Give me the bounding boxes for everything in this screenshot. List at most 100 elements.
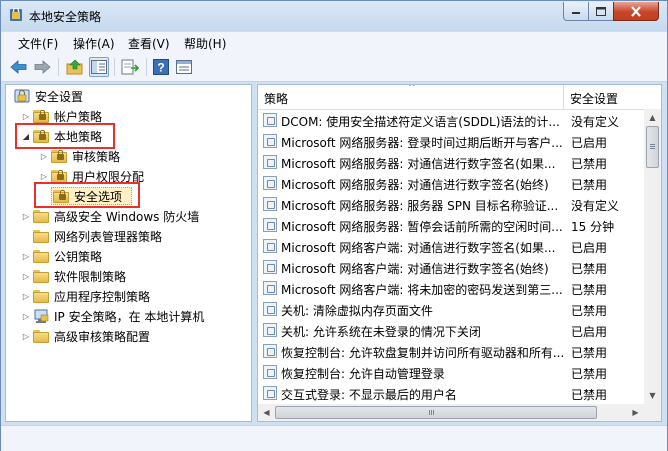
tree-label: 审核策略 <box>72 149 121 164</box>
toolbar-separator <box>114 58 115 76</box>
folder-icon <box>33 329 49 343</box>
policy-setting: 已启用 <box>571 136 608 150</box>
column-header-setting[interactable]: 安全设置 <box>570 90 618 107</box>
table-row[interactable]: 恢复控制台: 允许自动管理登录 已禁用 <box>258 362 644 383</box>
policy-name: 关机: 清除虚拟内存页面文件 <box>281 304 433 318</box>
folder-icon <box>51 169 67 183</box>
expand-arrow-icon[interactable]: ▷ <box>21 211 31 221</box>
policy-icon <box>263 155 277 169</box>
help-icon: ? <box>153 59 169 75</box>
policy-icon <box>263 239 277 253</box>
vertical-scrollbar[interactable]: ▲ ▼ <box>644 109 661 404</box>
tree-label: 应用程序控制策略 <box>54 289 151 304</box>
policy-icon <box>263 260 277 274</box>
scroll-right-icon[interactable]: ▶ <box>627 404 644 421</box>
forward-button[interactable] <box>32 57 52 77</box>
window-title: 本地安全策略 <box>29 10 102 24</box>
tree-item-audit-policy[interactable]: 审核策略 <box>51 146 120 166</box>
vertical-scroll-thumb[interactable] <box>646 126 659 168</box>
policy-name: 关机: 允许系统在未登录的情况下关闭 <box>281 325 481 339</box>
help-button[interactable]: ? <box>151 57 171 77</box>
policy-name: Microsoft 网络服务器: 对通信进行数字签名(始终) <box>281 178 549 192</box>
tree-label: IP 安全策略，在 本地计算机 <box>54 309 205 324</box>
menu-file[interactable]: 文件(F) <box>18 35 58 52</box>
scroll-left-icon[interactable]: ◀ <box>258 404 275 421</box>
tree-pane[interactable]: 安全设置 ▷ 帐户策略 ◢ 本地策略 ▷ 审核策略 ▷ 用户权限分配 安全选项 … <box>5 84 252 422</box>
table-row[interactable]: Microsoft 网络服务器: 服务器 SPN 目标名称验证... 没有定义 <box>258 194 644 215</box>
column-divider[interactable] <box>563 85 564 109</box>
table-row[interactable]: Microsoft 网络服务器: 对通信进行数字签名(始终) 已禁用 <box>258 173 644 194</box>
column-header-policy[interactable]: 策略 <box>264 90 288 107</box>
policy-icon <box>263 113 277 127</box>
policy-icon <box>263 176 277 190</box>
menu-action[interactable]: 操作(A) <box>73 35 115 52</box>
policy-icon <box>263 197 277 211</box>
table-row[interactable]: Microsoft 网络客户端: 对通信进行数字签名(始终) 已禁用 <box>258 257 644 278</box>
menu-help[interactable]: 帮助(H) <box>184 35 226 52</box>
expand-arrow-icon[interactable]: ▷ <box>21 251 31 261</box>
table-row[interactable]: DCOM: 使用安全描述符定义语言(SDDL)语法的计... 没有定义 <box>258 110 644 131</box>
tree-item-advanced-audit[interactable]: 高级审核策略配置 <box>33 326 150 346</box>
folder-icon <box>33 229 49 243</box>
policy-icon <box>263 281 277 295</box>
tree-item-network-list[interactable]: 网络列表管理器策略 <box>33 226 162 246</box>
up-button[interactable] <box>65 57 85 77</box>
tree-item-software-restriction[interactable]: 软件限制策略 <box>33 266 126 286</box>
horizontal-scroll-thumb[interactable] <box>275 406 597 419</box>
tree-item-firewall[interactable]: 高级安全 Windows 防火墙 <box>33 206 199 226</box>
horizontal-scrollbar[interactable]: ◀ ▶ <box>258 404 644 421</box>
policy-list-pane[interactable]: 策略 ^ 安全设置 DCOM: 使用安全描述符定义语言(SDDL)语法的计...… <box>257 84 662 422</box>
table-row[interactable]: 关机: 清除虚拟内存页面文件 已禁用 <box>258 299 644 320</box>
expand-arrow-icon[interactable]: ▷ <box>21 291 31 301</box>
maximize-button[interactable] <box>588 2 614 21</box>
expand-arrow-icon[interactable]: ▷ <box>39 171 49 181</box>
expand-arrow-icon[interactable]: ▷ <box>21 111 31 121</box>
table-row[interactable]: Microsoft 网络服务器: 对通信进行数字签名(如果... 已禁用 <box>258 152 644 173</box>
tree-label: 安全设置 <box>35 89 84 104</box>
policy-setting: 已启用 <box>571 325 608 339</box>
tree-item-app-control[interactable]: 应用程序控制策略 <box>33 286 150 306</box>
title-bar[interactable]: 本地安全策略 <box>1 1 667 31</box>
policy-name: Microsoft 网络服务器: 登录时间过期后断开与客户... <box>281 136 563 150</box>
expand-arrow-icon[interactable]: ▷ <box>21 311 31 321</box>
tree-item-ip-security[interactable]: IP 安全策略，在 本地计算机 <box>33 306 204 326</box>
expand-arrow-icon[interactable]: ▷ <box>39 151 49 161</box>
back-button[interactable] <box>9 57 29 77</box>
highlight-box <box>34 182 140 208</box>
expand-arrow-icon[interactable]: ▷ <box>21 271 31 281</box>
minimize-button[interactable] <box>563 2 589 21</box>
policy-name: 恢复控制台: 允许自动管理登录 <box>281 367 445 381</box>
policy-setting: 已禁用 <box>571 346 608 360</box>
menu-view[interactable]: 查看(V) <box>128 35 170 52</box>
scroll-down-icon[interactable]: ▼ <box>644 387 661 404</box>
export-list-button[interactable] <box>120 57 140 77</box>
tree-label: 高级审核策略配置 <box>54 329 151 344</box>
table-row[interactable]: Microsoft 网络客户端: 对通信进行数字签名(如果... 已启用 <box>258 236 644 257</box>
toolbar-separator <box>146 58 147 76</box>
policy-icon <box>263 323 277 337</box>
scroll-up-icon[interactable]: ▲ <box>644 109 661 126</box>
properties-button[interactable] <box>174 57 194 77</box>
folder-icon <box>51 149 67 163</box>
expand-arrow-icon[interactable]: ▷ <box>21 331 31 341</box>
app-icon <box>10 8 22 21</box>
show-hide-tree-button[interactable] <box>89 57 109 77</box>
table-row[interactable]: Microsoft 网络客户端: 将未加密的密码发送到第三... 已禁用 <box>258 278 644 299</box>
tree-item-public-key[interactable]: 公钥策略 <box>33 246 102 266</box>
table-row[interactable]: Microsoft 网络服务器: 暂停会话前所需的空闲时间... 15 分钟 <box>258 215 644 236</box>
table-row[interactable]: 恢复控制台: 允许软盘复制并访问所有驱动器和所有... 已禁用 <box>258 341 644 362</box>
tree-root[interactable]: 安全设置 <box>14 86 83 106</box>
policy-setting: 已禁用 <box>571 262 608 276</box>
policy-setting: 已禁用 <box>571 157 608 171</box>
tree-label: 帐户策略 <box>54 109 103 124</box>
table-row[interactable]: 交互式登录: 不显示最后的用户名 已禁用 <box>258 383 644 404</box>
sort-ascending-icon: ^ <box>408 84 416 93</box>
table-row[interactable]: Microsoft 网络服务器: 登录时间过期后断开与客户... 已启用 <box>258 131 644 152</box>
close-button[interactable] <box>613 2 659 21</box>
policy-setting: 已禁用 <box>571 283 608 297</box>
tree-label: 网络列表管理器策略 <box>54 229 163 244</box>
table-row[interactable]: 关机: 允许系统在未登录的情况下关闭 已启用 <box>258 320 644 341</box>
ip-security-icon <box>34 309 49 323</box>
up-folder-icon <box>66 59 83 75</box>
policy-name: Microsoft 网络客户端: 对通信进行数字签名(如果... <box>281 241 556 255</box>
